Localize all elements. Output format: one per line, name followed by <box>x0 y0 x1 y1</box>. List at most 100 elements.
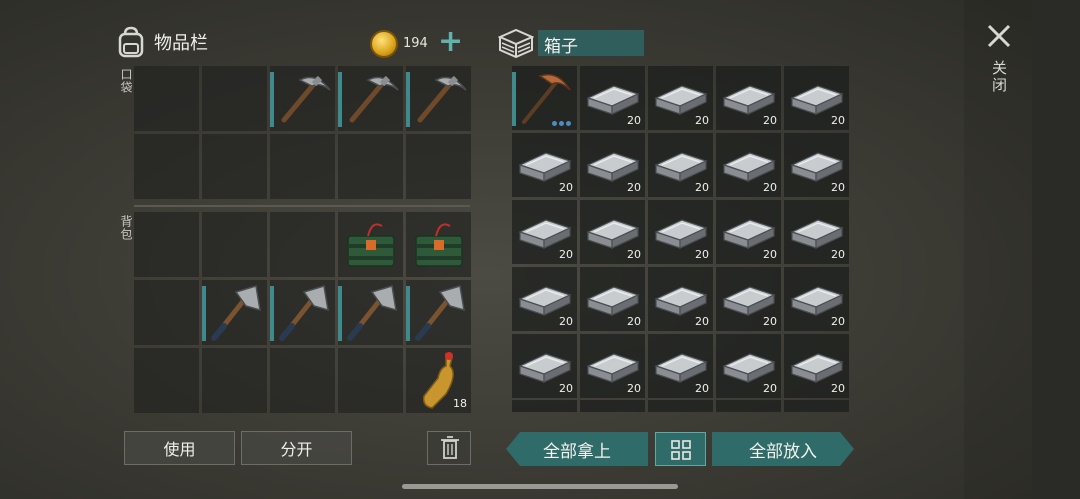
inventory-slot[interactable]: 20 <box>784 200 849 264</box>
close-icon[interactable] <box>985 22 1013 50</box>
item-count: 20 <box>559 315 573 328</box>
inventory-slot[interactable]: 20 <box>648 66 713 130</box>
item-count: 20 <box>831 114 845 127</box>
trash-button[interactable] <box>427 431 471 465</box>
crate-icon <box>498 28 534 58</box>
screen-edge <box>1032 0 1080 499</box>
inventory-slot[interactable]: 20 <box>784 133 849 197</box>
inventory-slot[interactable] <box>202 280 267 345</box>
durability-bar <box>202 286 206 341</box>
inventory-slot[interactable]: 20 <box>512 200 577 264</box>
inventory-slot[interactable] <box>406 280 471 345</box>
backpack-label: 背包 <box>119 215 133 241</box>
durability-bar <box>270 286 274 341</box>
take-all-label: 全部拿上 <box>543 441 611 462</box>
inventory-slot[interactable]: 18 <box>406 348 471 413</box>
grid-sort-icon <box>671 440 691 460</box>
item-count: 20 <box>695 114 709 127</box>
durability-bar <box>338 72 342 127</box>
use-button[interactable]: 使用 <box>124 431 235 465</box>
inventory-slot[interactable] <box>270 348 335 413</box>
backpack-icon <box>118 26 144 58</box>
pocket-label: 口袋 <box>119 68 133 94</box>
split-button[interactable]: 分开 <box>241 431 352 465</box>
put-all-button[interactable]: 全部放入 <box>712 432 854 466</box>
inventory-slot[interactable] <box>270 212 335 277</box>
inventory-slot[interactable]: 20 <box>716 267 781 331</box>
inventory-slot[interactable]: 20 <box>580 267 645 331</box>
inventory-slot[interactable]: 20 <box>580 334 645 398</box>
item-count: 20 <box>627 382 641 395</box>
durability-bar <box>270 72 274 127</box>
box-grid-overflow <box>512 400 849 412</box>
inventory-slot[interactable] <box>406 134 471 199</box>
inventory-slot[interactable]: 20 <box>580 200 645 264</box>
item-count: 20 <box>831 315 845 328</box>
inventory-slot[interactable]: 20 <box>648 133 713 197</box>
inventory-slot[interactable] <box>406 212 471 277</box>
inventory-slot[interactable] <box>338 212 403 277</box>
inventory-slot[interactable]: 20 <box>580 133 645 197</box>
inventory-slot[interactable] <box>134 348 199 413</box>
close-label[interactable]: 关闭 <box>989 60 1010 94</box>
inventory-slot[interactable]: 20 <box>512 267 577 331</box>
inventory-slot[interactable] <box>338 280 403 345</box>
inventory-slot[interactable] <box>270 66 335 131</box>
section-divider <box>134 205 470 207</box>
home-indicator[interactable] <box>402 484 678 489</box>
inventory-slot[interactable]: 20 <box>648 267 713 331</box>
inventory-slot[interactable]: 20 <box>512 334 577 398</box>
durability-bar <box>406 72 410 127</box>
inventory-slot[interactable] <box>202 134 267 199</box>
inventory-slot[interactable]: 20 <box>512 133 577 197</box>
item-count: 20 <box>763 315 777 328</box>
inventory-slot[interactable] <box>202 212 267 277</box>
inventory-slot[interactable] <box>134 280 199 345</box>
backpack-grid: 18 <box>134 212 471 413</box>
inventory-slot[interactable] <box>338 66 403 131</box>
inventory-slot[interactable] <box>512 66 577 130</box>
inventory-slot[interactable] <box>338 134 403 199</box>
item-count: 20 <box>559 181 573 194</box>
item-count: 20 <box>831 382 845 395</box>
inventory-slot[interactable] <box>406 66 471 131</box>
item-count: 20 <box>763 181 777 194</box>
inventory-slot[interactable]: 20 <box>784 267 849 331</box>
item-count: 20 <box>763 382 777 395</box>
inventory-slot[interactable]: 20 <box>716 66 781 130</box>
item-count: 20 <box>559 382 573 395</box>
inventory-header: 物品栏 <box>116 26 208 58</box>
item-count: 20 <box>627 181 641 194</box>
inventory-slot[interactable] <box>270 280 335 345</box>
coin-icon <box>370 30 398 58</box>
inventory-slot[interactable] <box>134 134 199 199</box>
inventory-slot[interactable]: 20 <box>716 334 781 398</box>
inventory-slot[interactable]: 20 <box>648 200 713 264</box>
box-grid: 20 20 20 20 20 20 20 20 20 20 20 20 20 20 20 20 20 20 20 20… <box>512 66 849 398</box>
put-all-label: 全部放入 <box>749 441 817 462</box>
item-count: 20 <box>763 114 777 127</box>
inventory-slot[interactable] <box>338 348 403 413</box>
item-count: 20 <box>627 114 641 127</box>
inventory-slot[interactable]: 20 <box>716 133 781 197</box>
inventory-slot[interactable] <box>134 212 199 277</box>
item-count: 20 <box>695 315 709 328</box>
inventory-slot[interactable]: 20 <box>784 334 849 398</box>
add-coins-button[interactable]: + <box>438 27 463 57</box>
item-count: 20 <box>695 382 709 395</box>
inventory-slot[interactable]: 20 <box>580 66 645 130</box>
inventory-slot[interactable] <box>134 66 199 131</box>
inventory-slot[interactable]: 20 <box>648 334 713 398</box>
inventory-slot[interactable] <box>202 66 267 131</box>
sort-button[interactable] <box>655 432 706 466</box>
durability-bar <box>512 72 516 126</box>
inventory-slot[interactable]: 20 <box>784 66 849 130</box>
durability-bar <box>406 286 410 341</box>
take-all-button[interactable]: 全部拿上 <box>506 432 648 466</box>
inventory-slot[interactable] <box>270 134 335 199</box>
item-count: 20 <box>831 181 845 194</box>
item-count: 20 <box>627 315 641 328</box>
item-count: 20 <box>627 248 641 261</box>
inventory-slot[interactable] <box>202 348 267 413</box>
inventory-slot[interactable]: 20 <box>716 200 781 264</box>
